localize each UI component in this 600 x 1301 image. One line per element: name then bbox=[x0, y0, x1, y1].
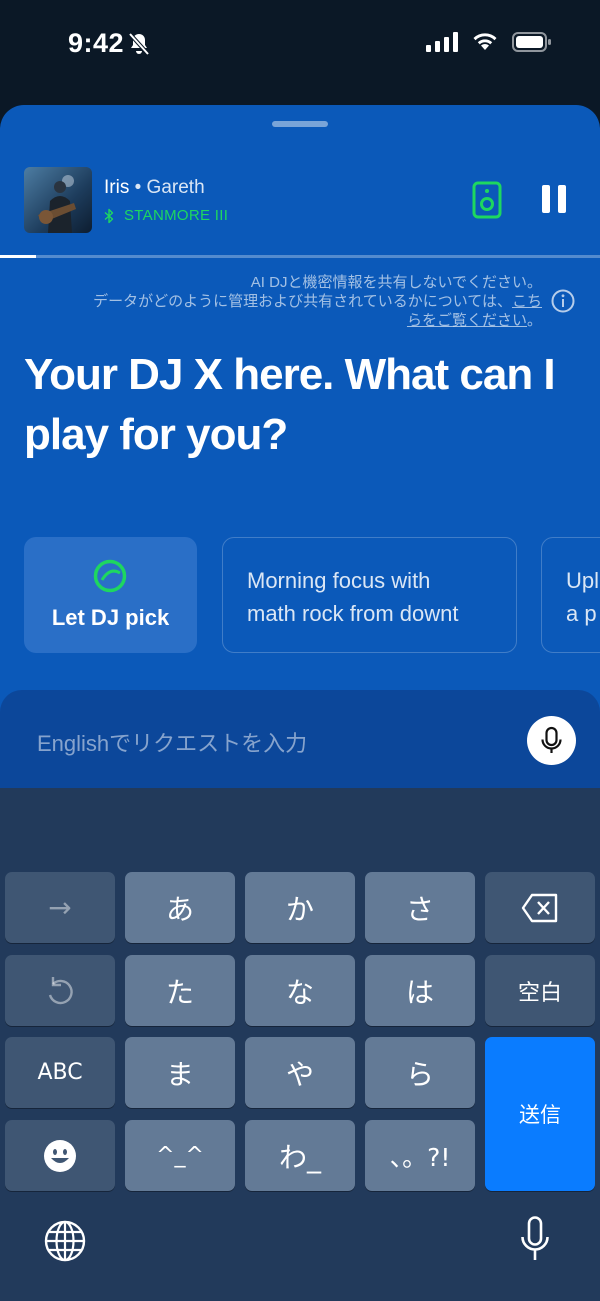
pause-button[interactable] bbox=[538, 181, 570, 217]
request-input-bar[interactable]: Englishでリクエストを入力 bbox=[0, 690, 600, 788]
key-a[interactable]: あ bbox=[125, 872, 235, 943]
key-emoji[interactable] bbox=[5, 1120, 115, 1191]
speaker-icon[interactable] bbox=[472, 181, 502, 219]
key-ha[interactable]: は bbox=[365, 955, 475, 1026]
let-dj-pick-button[interactable]: Let DJ pick bbox=[24, 537, 197, 653]
suggestion-chip-partial[interactable]: Upl a p bbox=[541, 537, 600, 653]
backspace-icon bbox=[521, 893, 558, 922]
key-sa[interactable]: さ bbox=[365, 872, 475, 943]
privacy-notice: AI DJと機密情報を共有しないでください。 データがどのように管理および共有さ… bbox=[20, 273, 542, 330]
status-bar: 9:42 bbox=[0, 0, 600, 90]
dj-ring-icon bbox=[93, 559, 127, 593]
key-ya[interactable]: や bbox=[245, 1037, 355, 1108]
track-separator: • bbox=[129, 177, 147, 198]
globe-icon[interactable] bbox=[44, 1220, 86, 1262]
key-na[interactable]: な bbox=[245, 955, 355, 1026]
privacy-line3-suffix: 。 bbox=[526, 312, 542, 329]
playback-progress[interactable] bbox=[0, 255, 600, 258]
key-kaomoji[interactable]: ^_^ bbox=[125, 1120, 235, 1191]
key-ma[interactable]: ま bbox=[125, 1037, 235, 1108]
bell-slash-icon bbox=[128, 32, 150, 56]
key-ta[interactable]: た bbox=[125, 955, 235, 1026]
key-wa[interactable]: わ_ bbox=[245, 1120, 355, 1191]
dj-headline: Your DJ X here. What can I play for you? bbox=[24, 350, 556, 459]
track-info: Iris • Gareth bbox=[104, 177, 205, 199]
pause-icon-bar-left bbox=[542, 185, 550, 213]
device-name: STANMORE III bbox=[124, 207, 229, 224]
track-artist: Gareth bbox=[146, 177, 205, 198]
key-abc[interactable]: ABC bbox=[5, 1037, 115, 1108]
key-ka[interactable]: か bbox=[245, 872, 355, 943]
privacy-line3: らをご覧ください。 bbox=[20, 311, 542, 330]
privacy-link-part2[interactable]: らをご覧ください bbox=[407, 312, 527, 329]
suggestion-chips: Let DJ pick Morning focus with math rock… bbox=[24, 537, 600, 653]
battery-icon bbox=[512, 32, 551, 52]
key-next-arrow[interactable]: → bbox=[5, 872, 115, 943]
privacy-link-part1[interactable]: こち bbox=[512, 293, 542, 310]
microphone-icon bbox=[541, 726, 562, 753]
sheet-grabber[interactable] bbox=[272, 121, 328, 127]
status-time: 9:42 bbox=[68, 28, 125, 58]
request-input-placeholder: Englishでリクエストを入力 bbox=[37, 731, 308, 756]
playback-progress-fill bbox=[0, 255, 36, 258]
wifi-icon bbox=[473, 33, 497, 50]
key-space[interactable]: 空白 bbox=[485, 955, 595, 1026]
cellular-signal-icon bbox=[426, 32, 458, 52]
now-playing-bar[interactable]: Iris • Gareth STANMORE III bbox=[24, 167, 584, 233]
connected-device[interactable]: STANMORE III bbox=[104, 207, 228, 224]
album-art bbox=[24, 167, 92, 233]
info-icon[interactable] bbox=[551, 289, 575, 313]
let-dj-pick-label: Let DJ pick bbox=[51, 605, 170, 630]
dictation-microphone-icon[interactable] bbox=[520, 1216, 550, 1262]
suggestion-chip-text: Morning focus with math rock from downt bbox=[247, 568, 459, 626]
privacy-line1: AI DJと機密情報を共有しないでください。 bbox=[250, 274, 542, 291]
suggestion-chip-text-partial: Upl a p bbox=[566, 568, 600, 626]
key-ra[interactable]: ら bbox=[365, 1037, 475, 1108]
emoji-icon bbox=[44, 1139, 76, 1172]
track-title: Iris bbox=[104, 177, 130, 198]
bluetooth-icon bbox=[104, 208, 114, 223]
privacy-line2: データがどのように管理および共有されているかについては、こち bbox=[20, 292, 542, 311]
key-undo[interactable] bbox=[5, 955, 115, 1026]
pause-icon-bar-right bbox=[558, 185, 566, 213]
suggestion-chip-morning-focus[interactable]: Morning focus with math rock from downt bbox=[222, 537, 517, 653]
key-punctuation[interactable]: 、。?! bbox=[365, 1120, 475, 1191]
privacy-line2-text: データがどのように管理および共有されているかについては、 bbox=[93, 293, 512, 310]
voice-input-button[interactable] bbox=[527, 716, 576, 765]
key-backspace[interactable] bbox=[485, 872, 595, 943]
key-send[interactable]: 送信 bbox=[485, 1037, 595, 1191]
undo-icon bbox=[48, 976, 73, 1004]
